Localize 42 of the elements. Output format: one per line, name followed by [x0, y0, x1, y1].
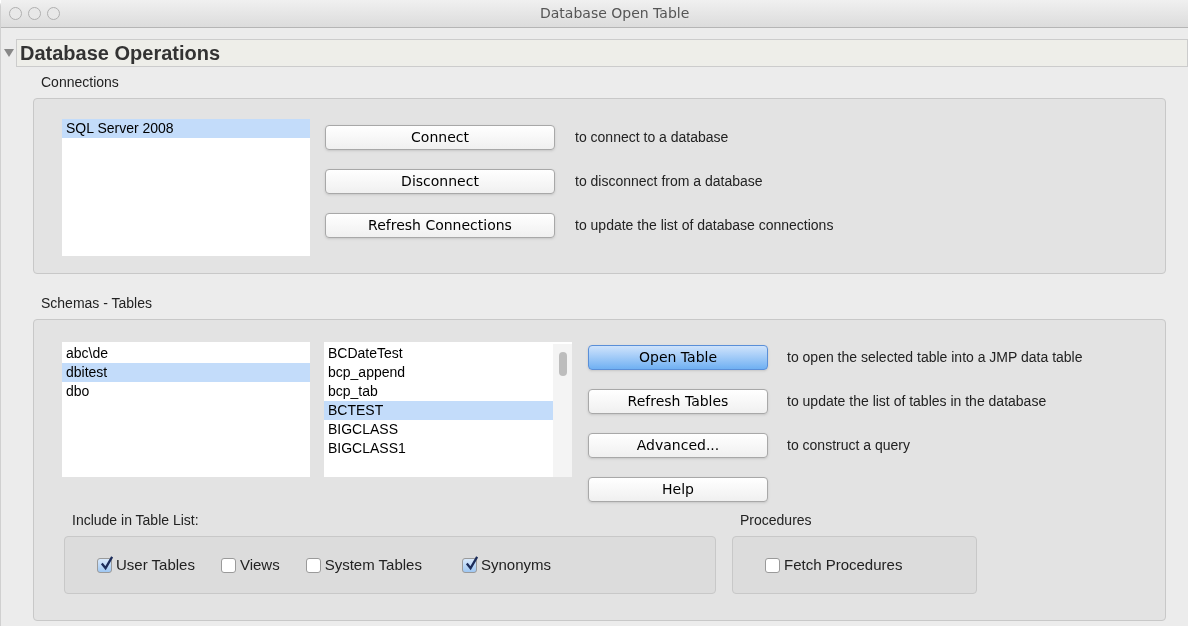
group-label: Schemas - Tables: [41, 294, 153, 313]
check-icon: [99, 555, 114, 571]
checkbox[interactable]: [97, 557, 112, 573]
group-label: Include in Table List:: [72, 511, 200, 530]
section-title: Database Operations: [20, 41, 221, 66]
push-button[interactable]: Disconnect: [325, 169, 555, 194]
button-description: to disconnect from a database: [575, 172, 763, 191]
push-button[interactable]: Refresh Connections: [325, 213, 555, 238]
push-button[interactable]: Connect: [325, 125, 555, 150]
list-box[interactable]: abc\de dbitest dbo: [62, 342, 310, 477]
window-control-icon[interactable]: [28, 7, 41, 20]
checkbox[interactable]: [220, 557, 236, 573]
push-button[interactable]: Refresh Tables: [588, 389, 768, 414]
button-description: to open the selected table into a JMP data table: [787, 348, 1083, 367]
push-button[interactable]: Open Table: [588, 345, 768, 370]
list-item[interactable]: BCTEST: [324, 401, 553, 420]
button-description: to update the list of database connections: [575, 216, 834, 235]
checkbox[interactable]: [765, 557, 780, 573]
checkbox[interactable]: [305, 557, 321, 573]
list-box[interactable]: BCDateTest bcp_append bcp_tab BCTEST BIGCLASS BIGCLASS1: [324, 342, 572, 477]
window-title: Database Open Table: [540, 4, 690, 23]
list-item[interactable]: dbitest: [62, 363, 310, 382]
list-box[interactable]: SQL Server 2008: [62, 119, 310, 256]
group-label: Connections: [41, 73, 120, 92]
checkbox-label: User Tables: [116, 554, 195, 575]
button-description: to construct a query: [787, 436, 910, 455]
checkbox-label: Fetch Procedures: [784, 554, 903, 575]
checkbox-label: System Tables: [324, 554, 422, 575]
disclosure-triangle-icon[interactable]: [4, 48, 14, 58]
push-button[interactable]: Advanced...: [588, 433, 768, 458]
checkbox-label: Synonyms: [480, 554, 551, 575]
button-description: to connect to a database: [575, 128, 729, 147]
list-item[interactable]: SQL Server 2008: [62, 119, 310, 138]
button-description: to update the list of tables in the database: [787, 392, 1047, 411]
push-button[interactable]: Help: [588, 477, 768, 502]
window-control-icon[interactable]: [9, 7, 22, 20]
checkbox[interactable]: [461, 557, 477, 573]
check-icon: [463, 555, 479, 571]
group-label: Procedures: [740, 511, 813, 530]
window-control-icon[interactable]: [47, 7, 60, 20]
checkbox-label: Views: [239, 554, 280, 575]
scrollbar-thumb[interactable]: [558, 352, 567, 376]
